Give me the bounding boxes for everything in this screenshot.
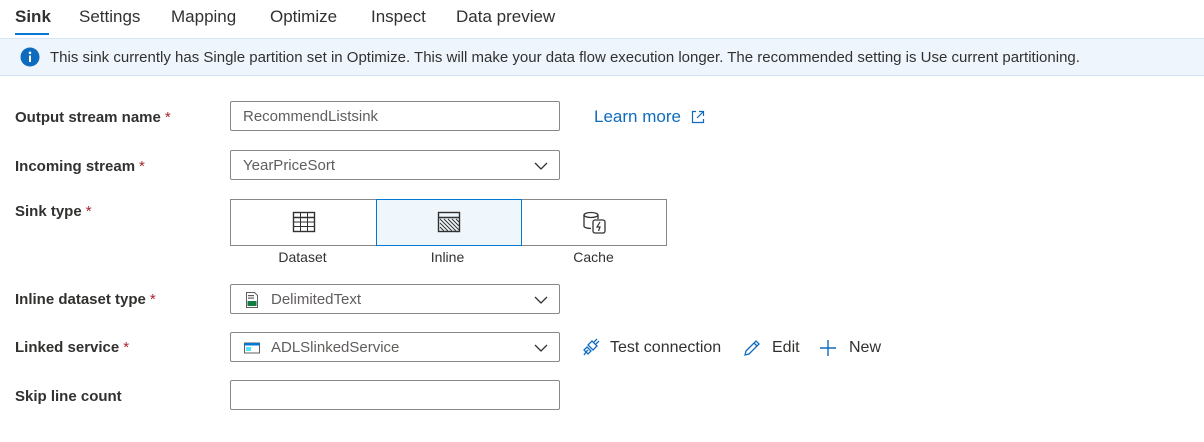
skip-line-count-label: Skip line count [15, 388, 122, 405]
output-stream-label: Output stream name * [15, 109, 171, 126]
info-message: This sink currently has Single partition… [50, 49, 1080, 66]
inline-dataset-type-dropdown[interactable]: DelimitedText [230, 284, 560, 314]
incoming-stream-label-text: Incoming stream [15, 158, 136, 175]
plug-icon [583, 338, 600, 356]
tab-mapping[interactable]: Mapping [171, 7, 236, 27]
chevron-down-icon [534, 296, 548, 304]
plus-icon [820, 340, 836, 356]
edit-button[interactable]: Edit [742, 338, 802, 358]
inline-dataset-type-label: Inline dataset type * [15, 291, 156, 308]
external-link-icon[interactable] [690, 109, 706, 125]
pencil-icon [744, 340, 760, 356]
chevron-down-icon [534, 344, 548, 352]
inline-dataset-type-value: DelimitedText [271, 291, 362, 308]
required-marker: * [85, 203, 92, 220]
inline-dataset-type-label-text: Inline dataset type [15, 291, 146, 308]
tab-optimize[interactable]: Optimize [270, 7, 337, 27]
output-stream-value: RecommendListsink [243, 108, 379, 125]
required-marker: * [164, 109, 171, 126]
skip-line-count-label-text: Skip line count [15, 388, 122, 405]
tab-sink[interactable]: Sink [15, 7, 51, 27]
linked-service-value: ADLSlinkedService [271, 339, 400, 356]
sink-type-label-text: Sink type [15, 203, 82, 220]
test-connection-button[interactable]: Test connection [580, 338, 725, 358]
info-icon [20, 47, 40, 67]
test-connection-label: Test connection [610, 339, 722, 356]
learn-more-text: Learn more [594, 107, 681, 126]
tab-data-preview[interactable]: Data preview [456, 7, 555, 27]
edit-label: Edit [772, 339, 800, 356]
sink-type-label: Sink type * [15, 203, 92, 220]
incoming-stream-dropdown[interactable]: YearPriceSort [230, 150, 560, 180]
required-marker: * [123, 339, 130, 356]
inline-dataset-icon [437, 211, 461, 233]
incoming-stream-value: YearPriceSort [243, 157, 335, 174]
csv-file-icon [246, 292, 258, 308]
output-stream-input[interactable]: RecommendListsink [230, 101, 560, 131]
sink-type-dataset-label: Dataset [278, 249, 327, 265]
incoming-stream-label: Incoming stream * [15, 158, 145, 175]
sink-type-inline-option[interactable] [376, 199, 522, 246]
sink-type-inline-label: Inline [430, 249, 465, 265]
new-button[interactable]: New [818, 338, 884, 358]
sink-type-dataset-option[interactable] [231, 200, 376, 245]
linked-service-dropdown[interactable]: ADLSlinkedService [230, 332, 560, 362]
linked-service-label-text: Linked service [15, 339, 120, 356]
tab-bar: Sink Settings Mapping Optimize Inspect D… [0, 0, 1204, 38]
sink-type-cache-option[interactable] [522, 200, 667, 245]
tab-inspect[interactable]: Inspect [371, 7, 426, 27]
linked-service-label: Linked service * [15, 339, 129, 356]
info-banner: This sink currently has Single partition… [0, 38, 1204, 76]
skip-line-count-input[interactable] [230, 380, 560, 410]
sink-type-cache-label: Cache [573, 249, 614, 265]
storage-icon [244, 342, 260, 354]
required-marker: * [149, 291, 156, 308]
output-stream-label-text: Output stream name [15, 109, 161, 126]
active-tab-indicator [15, 33, 49, 35]
table-icon [292, 211, 315, 233]
chevron-down-icon [534, 162, 548, 170]
tab-settings[interactable]: Settings [79, 7, 140, 27]
required-marker: * [139, 158, 145, 175]
learn-more-link[interactable]: Learn more [594, 107, 681, 127]
sink-type-selector [230, 199, 667, 246]
cache-icon [582, 211, 606, 234]
new-label: New [849, 339, 882, 356]
